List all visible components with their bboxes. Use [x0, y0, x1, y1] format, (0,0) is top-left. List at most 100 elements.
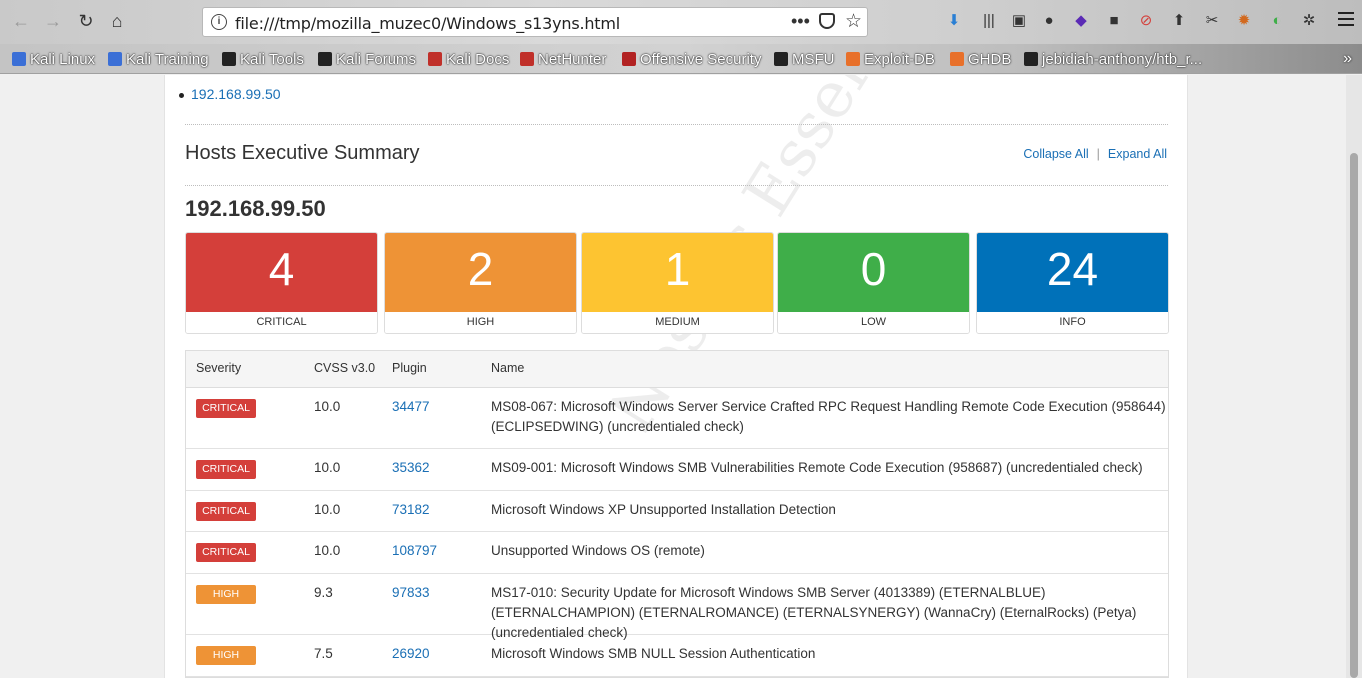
header-cvss[interactable]: CVSS v3.0 — [314, 361, 375, 375]
settings-extension-icon[interactable]: ✹ — [1235, 12, 1253, 30]
account-icon[interactable]: ● — [1040, 12, 1058, 30]
extension-icon[interactable]: ◆ — [1072, 12, 1090, 30]
severity-box-info: 24 INFO — [976, 232, 1169, 334]
plugin-link[interactable]: 34477 — [392, 399, 430, 414]
bookmark-github[interactable]: jebidiah-anthony/htb_r... — [1024, 49, 1202, 69]
vulnerability-name: MS09-001: Microsoft Windows SMB Vulnerab… — [491, 460, 1143, 475]
bookmark-msfu[interactable]: MSFU — [774, 49, 835, 69]
plugin-link[interactable]: 97833 — [392, 585, 430, 600]
bookmark-ghdb[interactable]: GHDB — [950, 49, 1011, 69]
header-name[interactable]: Name — [491, 361, 524, 375]
severity-count: 4 — [186, 233, 377, 312]
container-icon[interactable]: ■ — [1105, 12, 1123, 30]
cvss-score: 10.0 — [314, 399, 341, 414]
bookmark-label: MSFU — [792, 50, 835, 68]
header-severity[interactable]: Severity — [196, 361, 241, 375]
url-bar[interactable]: i file:///tmp/mozilla_muzec0/Windows_s13… — [202, 7, 868, 37]
bookmark-exploit-db[interactable]: Exploit-DB — [846, 49, 935, 69]
table-row[interactable]: CRITICAL 10.0 35362 MS09-001: Microsoft … — [186, 449, 1168, 491]
table-row[interactable]: HIGH 7.5 26920 Microsoft Windows SMB NUL… — [186, 635, 1168, 677]
bookmark-kali-training[interactable]: Kali Training — [108, 49, 209, 69]
plugin-link[interactable]: 35362 — [392, 460, 430, 475]
vulnerability-name: Microsoft Windows XP Unsupported Install… — [491, 502, 836, 517]
page-actions-icon[interactable]: ••• — [791, 11, 810, 32]
severity-badge: HIGH — [196, 646, 256, 665]
cvss-score: 10.0 — [314, 502, 341, 517]
collapse-all-link[interactable]: Collapse All — [1023, 147, 1088, 161]
bookmark-label: Kali Linux — [30, 50, 96, 68]
exploit-db-icon — [846, 52, 860, 66]
browser-toolbar: ← → ↻ ⌂ i file:///tmp/mozilla_muzec0/Win… — [0, 0, 1362, 44]
vertical-scrollbar[interactable] — [1346, 75, 1362, 678]
bookmark-kali-docs[interactable]: Kali Docs — [428, 49, 509, 69]
home-icon[interactable]: ⌂ — [106, 10, 128, 32]
divider — [185, 185, 1168, 186]
bookmarks-overflow-icon[interactable]: » — [1343, 50, 1352, 68]
section-title: Hosts Executive Summary — [185, 142, 420, 164]
header-plugin[interactable]: Plugin — [392, 361, 427, 375]
cvss-score: 7.5 — [314, 646, 333, 661]
vulnerability-table: Severity CVSS v3.0 Plugin Name CRITICAL … — [185, 350, 1169, 678]
url-text[interactable]: file:///tmp/mozilla_muzec0/Windows_s13yn… — [235, 14, 620, 33]
severity-box-high: 2 HIGH — [384, 232, 577, 334]
severity-label: LOW — [778, 312, 969, 333]
table-row[interactable]: CRITICAL 10.0 73182 Microsoft Windows XP… — [186, 491, 1168, 532]
table-row[interactable]: HIGH 9.3 97833 MS17-010: Security Update… — [186, 574, 1168, 640]
bookmark-kali-tools[interactable]: Kali Tools — [222, 49, 304, 69]
bookmark-offensive-security[interactable]: Offensive Security — [622, 49, 761, 69]
script-toggle-icon[interactable]: ◐ — [1268, 12, 1286, 30]
forward-arrow-icon[interactable]: → — [42, 10, 64, 32]
bug-icon[interactable]: ✲ — [1300, 12, 1318, 30]
severity-label: HIGH — [385, 312, 576, 333]
vulnerability-name: Microsoft Windows SMB NULL Session Authe… — [491, 646, 816, 661]
plugin-link[interactable]: 26920 — [392, 646, 430, 661]
download-icon[interactable]: ⬇ — [945, 12, 963, 30]
bookmark-label: GHDB — [968, 50, 1012, 68]
blocker-icon[interactable]: ⊘ — [1137, 12, 1155, 30]
offsec-icon — [622, 52, 636, 66]
severity-badge: CRITICAL — [196, 460, 256, 479]
scrollbar-thumb[interactable] — [1350, 153, 1358, 678]
table-row[interactable]: CRITICAL 10.0 34477 MS08-067: Microsoft … — [186, 388, 1168, 449]
bookmark-kali-linux[interactable]: Kali Linux — [12, 49, 95, 69]
back-arrow-icon[interactable]: ← — [10, 10, 32, 32]
expand-all-link[interactable]: Expand All — [1108, 147, 1167, 161]
reload-icon[interactable]: ↻ — [75, 10, 97, 32]
cvss-score: 10.0 — [314, 543, 341, 558]
severity-count: 0 — [778, 233, 969, 312]
bookmark-label: NetHunter — [538, 50, 607, 68]
severity-label: CRITICAL — [186, 312, 377, 333]
github-icon — [1024, 52, 1038, 66]
table-header: Severity CVSS v3.0 Plugin Name — [186, 351, 1168, 388]
bookmark-star-icon[interactable]: ☆ — [845, 10, 862, 33]
severity-count: 24 — [977, 233, 1168, 312]
bookmark-label: Offensive Security — [640, 50, 762, 68]
plugin-link[interactable]: 73182 — [392, 502, 430, 517]
bookmark-label: jebidiah-anthony/htb_r... — [1042, 50, 1203, 68]
severity-badge: HIGH — [196, 585, 256, 604]
kali-dragon-icon — [108, 52, 122, 66]
menu-icon[interactable] — [1338, 12, 1354, 28]
screenshot-icon[interactable]: ✂ — [1203, 12, 1221, 30]
collapse-expand-links: Collapse All | Expand All — [1023, 147, 1167, 161]
table-row[interactable]: CRITICAL 10.0 108797 Unsupported Windows… — [186, 532, 1168, 574]
pocket-icon[interactable] — [819, 13, 835, 29]
severity-label: MEDIUM — [582, 312, 773, 333]
bookmark-kali-forums[interactable]: Kali Forums — [318, 49, 416, 69]
host-link[interactable]: 192.168.99.50 — [179, 86, 281, 102]
docs-icon — [428, 52, 442, 66]
bookmark-label: Kali Forums — [336, 50, 417, 68]
knife-icon — [318, 52, 332, 66]
severity-summary: 4 CRITICAL 2 HIGH 1 MEDIUM 0 LOW 24 INFO — [185, 232, 1169, 334]
cvss-score: 10.0 — [314, 460, 341, 475]
info-icon[interactable]: i — [211, 14, 227, 30]
vulnerability-name: MS08-067: Microsoft Windows Server Servi… — [491, 399, 1166, 434]
library-icon[interactable]: ||| — [980, 12, 998, 30]
plugin-link[interactable]: 108797 — [392, 543, 437, 558]
severity-box-low: 0 LOW — [777, 232, 970, 334]
host-heading: 192.168.99.50 — [185, 196, 326, 221]
upload-icon[interactable]: ⬆ — [1170, 12, 1188, 30]
sidebar-icon[interactable]: ▣ — [1010, 12, 1028, 30]
severity-count: 2 — [385, 233, 576, 312]
bookmark-nethunter[interactable]: NetHunter — [520, 49, 606, 69]
